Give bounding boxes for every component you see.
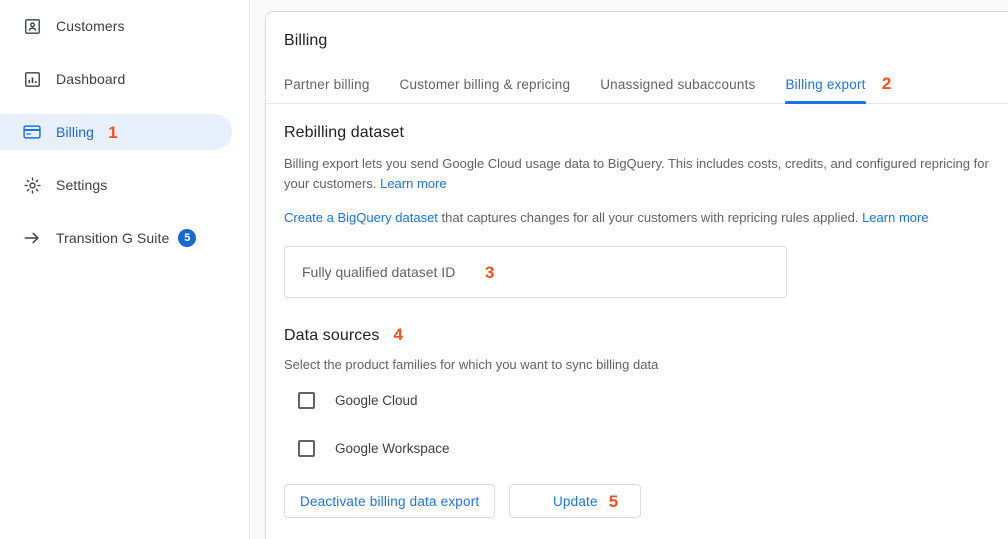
- sidebar-item-label: Settings: [56, 177, 108, 193]
- learn-more-link-1[interactable]: Learn more: [380, 176, 446, 191]
- checkbox-row-google-workspace[interactable]: Google Workspace: [298, 436, 1007, 460]
- bar-chart-icon: [22, 69, 42, 89]
- tab-unassigned-subaccounts[interactable]: Unassigned subaccounts: [600, 77, 755, 103]
- action-button-row: Deactivate billing data export Update 5: [284, 484, 1007, 518]
- page-title: Billing: [284, 32, 328, 49]
- dataset-id-field[interactable]: 3: [284, 246, 787, 298]
- create-bigquery-dataset-link[interactable]: Create a BigQuery dataset: [284, 210, 438, 225]
- update-button[interactable]: Update 5: [509, 484, 642, 518]
- data-sources-heading-row: Data sources 4: [284, 326, 1007, 357]
- checkbox-row-google-cloud[interactable]: Google Cloud: [298, 388, 1007, 412]
- sidebar-item-customers[interactable]: Customers: [0, 8, 232, 44]
- tab-bar: Partner billing Customer billing & repri…: [266, 64, 1008, 104]
- app-root: Customers Dashboard Billing 1 Settings T…: [0, 0, 1008, 539]
- gear-icon: [22, 175, 42, 195]
- update-button-label: Update: [552, 493, 598, 509]
- tab-label: Unassigned subaccounts: [600, 77, 756, 92]
- arrow-right-icon: [22, 228, 42, 248]
- main-content-area: Billing Partner billing Customer billing…: [251, 0, 1008, 539]
- checkbox-label: Google Workspace: [335, 440, 450, 456]
- tab-partner-billing[interactable]: Partner billing: [284, 77, 370, 103]
- create-dataset-description: Create a BigQuery dataset that captures …: [284, 208, 1007, 228]
- sidebar-item-transition-g-suite[interactable]: Transition G Suite 5: [0, 220, 232, 256]
- credit-card-icon: [22, 122, 42, 142]
- tab-customer-billing-repricing[interactable]: Customer billing & repricing: [400, 77, 571, 103]
- annotation-marker-2: 2: [881, 74, 892, 93]
- sidebar-item-label: Transition G Suite: [56, 230, 170, 246]
- sidebar: Customers Dashboard Billing 1 Settings T…: [0, 0, 250, 539]
- annotation-marker-1: 1: [108, 122, 118, 142]
- billing-export-panel: Rebilling dataset Billing export lets yo…: [266, 104, 1008, 518]
- tab-label: Billing export: [785, 77, 866, 92]
- sidebar-item-label: Billing: [56, 124, 95, 140]
- rebilling-description: Billing export lets you send Google Clou…: [284, 154, 1007, 194]
- sidebar-item-dashboard[interactable]: Dashboard: [0, 61, 232, 97]
- rebilling-dataset-heading: Rebilling dataset: [284, 124, 404, 141]
- data-sources-helper-text: Select the product families for which yo…: [284, 357, 659, 372]
- sidebar-item-billing[interactable]: Billing 1: [0, 114, 232, 150]
- tab-billing-export[interactable]: Billing export 2: [785, 75, 891, 104]
- contact-card-icon: [22, 16, 42, 36]
- billing-card: Billing Partner billing Customer billing…: [265, 11, 1008, 539]
- data-sources-heading: Data sources: [284, 327, 380, 344]
- sidebar-item-badge: 5: [178, 229, 197, 247]
- checkbox-label: Google Cloud: [335, 392, 418, 408]
- sidebar-item-label: Customers: [56, 18, 125, 34]
- create-dataset-text: that captures changes for all your custo…: [437, 210, 863, 225]
- learn-more-link-2[interactable]: Learn more: [862, 210, 928, 225]
- sidebar-item-settings[interactable]: Settings: [0, 167, 232, 203]
- checkbox-google-workspace[interactable]: [298, 439, 315, 457]
- sidebar-item-label: Dashboard: [56, 71, 126, 87]
- annotation-marker-4: 4: [393, 325, 403, 344]
- tab-label: Partner billing: [284, 77, 370, 92]
- deactivate-billing-data-export-button[interactable]: Deactivate billing data export: [284, 484, 496, 518]
- annotation-marker-5: 5: [608, 492, 619, 511]
- dataset-id-input[interactable]: [300, 263, 771, 281]
- checkbox-google-cloud[interactable]: [298, 391, 315, 409]
- tab-label: Customer billing & repricing: [399, 77, 571, 92]
